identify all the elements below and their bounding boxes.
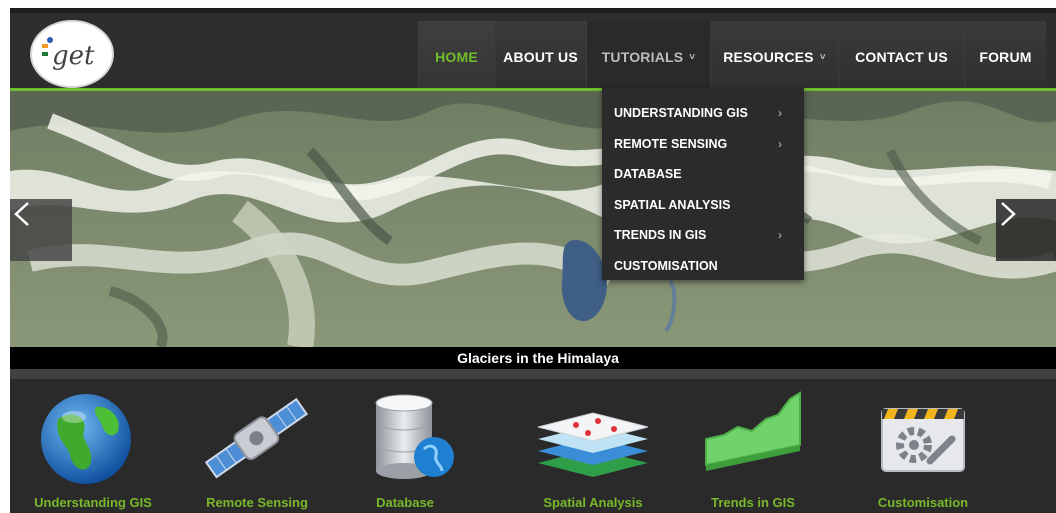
dropdown-item-label: CUSTOMISATION — [614, 258, 718, 273]
chevron-down-icon: ˅ — [689, 51, 696, 63]
dropdown-item-label: UNDERSTANDING GIS — [614, 106, 748, 121]
dropdown-item-remote-sensing[interactable]: REMOTE SENSING › — [602, 129, 804, 160]
slider-prev-button[interactable] — [10, 199, 72, 261]
dropdown-item-label: TRENDS IN GIS — [614, 228, 707, 243]
dropdown-item-label: REMOTE SENSING — [614, 136, 728, 151]
layers-icon — [537, 412, 649, 477]
nav-item-about-us[interactable]: ABOUT US — [494, 21, 586, 93]
nav-item-label: TUTORIALS — [601, 49, 684, 65]
page-frame: get HOME ABOUT US TUTORIALS ˅ RESOURCES ˅ CONT… — [10, 8, 1056, 513]
nav-item-label: RESOURCES — [723, 49, 814, 65]
caption-text: Glaciers in the Himalaya — [457, 350, 619, 366]
chevron-right-icon: › — [778, 106, 782, 121]
slider-next-button[interactable] — [996, 199, 1056, 261]
dropdown-item-label: SPATIAL ANALYSIS — [614, 197, 731, 212]
feature-label: Spatial Analysis — [543, 495, 643, 510]
nav-item-label: CONTACT US — [855, 49, 948, 65]
main-nav: HOME ABOUT US TUTORIALS ˅ RESOURCES ˅ CONTACT … — [418, 21, 1046, 93]
nav-item-label: FORUM — [979, 49, 1032, 65]
chevron-right-icon: › — [778, 228, 782, 243]
glacier-image — [10, 91, 1056, 347]
feature-understanding-gis[interactable]: Understanding GIS — [18, 379, 168, 513]
nav-item-tutorials[interactable]: TUTORIALS ˅ — [586, 21, 710, 93]
chevron-down-icon: ˅ — [819, 51, 826, 63]
dropdown-item-trends-in-gis[interactable]: TRENDS IN GIS › — [602, 220, 804, 251]
dropdown-item-spatial-analysis[interactable]: SPATIAL ANALYSIS — [602, 190, 804, 221]
feature-trends-in-gis[interactable]: Trends in GIS — [678, 379, 828, 513]
svg-text:get: get — [52, 41, 95, 71]
feature-label: Understanding GIS — [34, 495, 152, 510]
feature-label: Remote Sensing — [206, 495, 308, 510]
site-logo[interactable]: get — [30, 20, 114, 88]
nav-item-label: HOME — [435, 49, 478, 65]
dropdown-item-database[interactable]: DATABASE — [602, 159, 804, 190]
feature-database[interactable]: Database — [330, 379, 480, 513]
dropdown-item-understanding-gis[interactable]: UNDERSTANDING GIS › — [602, 98, 804, 129]
nav-item-home[interactable]: HOME — [418, 21, 494, 93]
chevron-right-icon — [1001, 202, 1016, 226]
satellite-icon — [204, 397, 309, 479]
feature-label: Database — [376, 495, 434, 510]
feature-label: Customisation — [877, 495, 969, 510]
feature-remote-sensing[interactable]: Remote Sensing — [182, 379, 332, 513]
database-icon — [375, 394, 454, 479]
nav-item-label: ABOUT US — [503, 49, 578, 65]
tools-icon — [881, 408, 965, 472]
nav-item-resources[interactable]: RESOURCES ˅ — [710, 21, 838, 93]
logo-mark: get — [42, 37, 95, 71]
globe-icon — [41, 394, 131, 484]
area-chart-icon — [705, 391, 801, 471]
feature-strip: Understanding GIS Remote Sensing Databas… — [10, 369, 1056, 513]
nav-item-forum[interactable]: FORUM — [964, 21, 1046, 93]
feature-spatial-analysis[interactable]: Spatial Analysis — [518, 379, 668, 513]
chevron-right-icon: › — [778, 136, 782, 151]
nav-item-contact-us[interactable]: CONTACT US — [838, 21, 964, 93]
tutorials-dropdown-menu: UNDERSTANDING GIS › REMOTE SENSING › DATABAS… — [602, 88, 804, 280]
dropdown-item-label: DATABASE — [614, 167, 682, 182]
feature-label: Trends in GIS — [711, 495, 795, 510]
site-header: get HOME ABOUT US TUTORIALS ˅ RESOURCES ˅ CONT… — [10, 8, 1056, 93]
slider-caption: Glaciers in the Himalaya — [10, 347, 1056, 369]
feature-customisation[interactable]: Customisation — [848, 379, 998, 513]
dropdown-item-customisation[interactable]: CUSTOMISATION — [602, 251, 804, 282]
image-slider[interactable] — [10, 91, 1056, 347]
chevron-left-icon — [14, 202, 29, 226]
